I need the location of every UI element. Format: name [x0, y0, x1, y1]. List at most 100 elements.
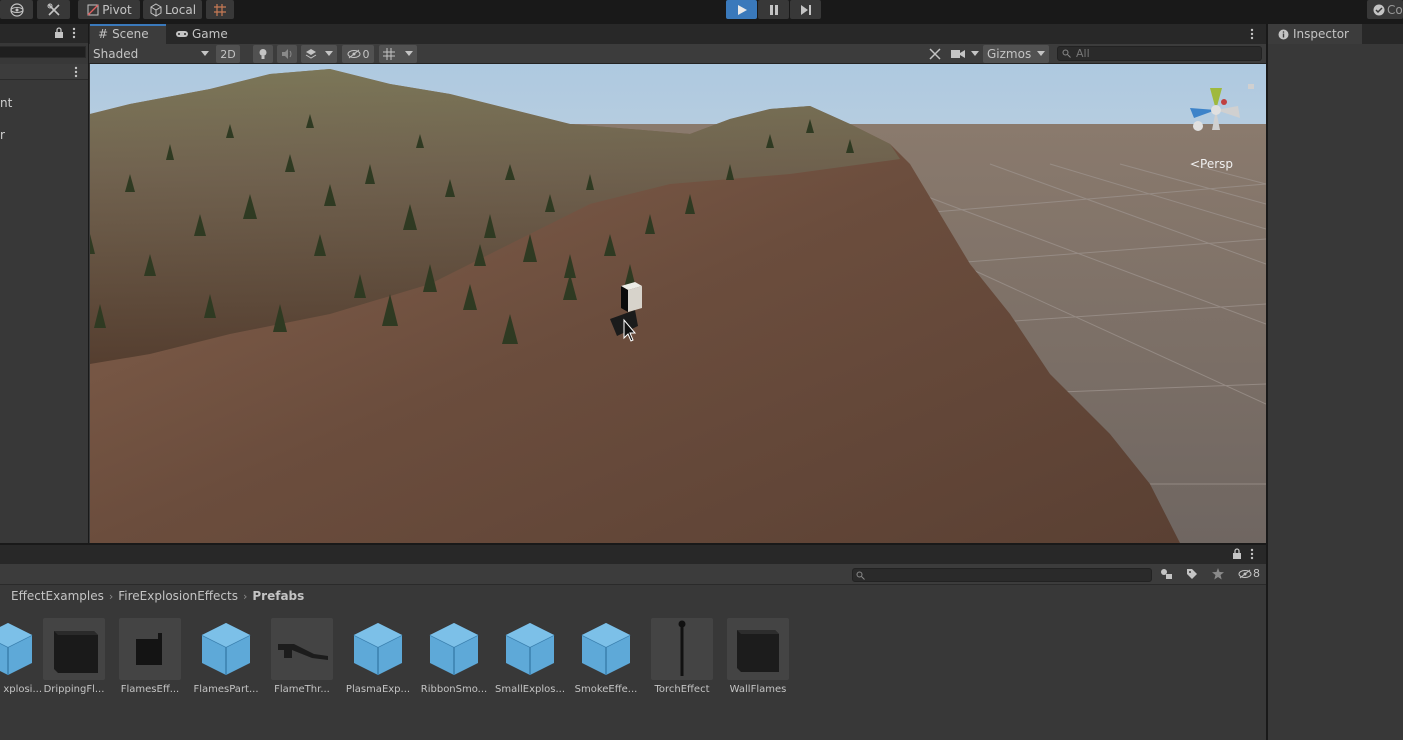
asset-item[interactable]: FlamesEff... [112, 618, 188, 695]
torch-icon [651, 618, 713, 680]
inspector-panel: Inspector [1267, 24, 1403, 740]
gizmo-lock-icon[interactable] [1247, 78, 1255, 89]
asset-item[interactable]: DrippingFl... [36, 618, 112, 695]
asset-item[interactable]: WallFlames [720, 618, 796, 695]
step-icon [800, 4, 811, 15]
kebab-menu-icon[interactable] [1250, 548, 1254, 560]
search-icon [856, 571, 865, 580]
asset-item[interactable]: FlameThr... [264, 618, 340, 695]
mode-2d-toggle[interactable]: 2D [216, 45, 240, 63]
breadcrumb-item[interactable]: EffectExamples [11, 589, 104, 603]
favorites-star-icon[interactable] [1212, 568, 1224, 580]
asset-label: DrippingFl... [43, 684, 105, 695]
effects-dropdown[interactable] [301, 45, 337, 63]
breadcrumb-item[interactable]: FireExplosionEffects [118, 589, 238, 603]
asset-item[interactable]: FlamesPart... [188, 618, 264, 695]
collab-button[interactable]: Co [1367, 0, 1403, 19]
tab-inspector[interactable]: Inspector [1268, 24, 1362, 44]
tab-scene[interactable]: # Scene [90, 24, 166, 44]
custom-tools-button[interactable] [37, 0, 70, 19]
hidden-packages-toggle[interactable]: 8 [1238, 567, 1260, 580]
shading-mode-dropdown[interactable]: Shaded [93, 45, 209, 63]
pivot-toggle-button[interactable]: Pivot [78, 0, 140, 19]
lighting-toggle[interactable] [253, 45, 273, 63]
search-icon [1062, 49, 1071, 58]
asset-label: SmallExplos... [495, 684, 565, 695]
play-icon [737, 4, 747, 15]
tools-icon [929, 48, 941, 60]
black-cube-icon [727, 618, 789, 680]
camera-dropdown[interactable] [951, 45, 979, 63]
mode-2d-label: 2D [220, 47, 236, 61]
breadcrumb: EffectExamples › FireExplosionEffects › … [0, 586, 1266, 606]
audio-toggle[interactable] [277, 45, 297, 63]
asset-label: RibbonSmo... [420, 684, 488, 695]
grid-snap-button[interactable] [206, 0, 234, 19]
tab-game[interactable]: Game [167, 24, 237, 44]
play-button[interactable] [726, 0, 757, 19]
chevron-down-icon [405, 51, 413, 56]
pivot-icon [87, 4, 99, 15]
scene-toolbar: Shaded 2D 0 Gizmos All [89, 44, 1266, 64]
pause-button[interactable] [758, 0, 789, 19]
hidden-objects-toggle[interactable]: 0 [342, 45, 374, 63]
orbit-tool-button[interactable] [0, 0, 33, 19]
asset-label: TorchEffect [654, 684, 710, 695]
camera-icon [951, 50, 965, 58]
chevron-down-icon [201, 51, 209, 56]
hierarchy-search-field[interactable] [0, 46, 86, 58]
scene-search-input[interactable]: All [1057, 46, 1262, 61]
scene-header-row[interactable] [0, 64, 88, 80]
lock-icon[interactable] [1232, 548, 1242, 560]
project-panel: 8 EffectExamples › FireExplosionEffects … [0, 544, 1266, 740]
tab-scene-label: Scene [112, 27, 149, 41]
pivot-label: Pivot [102, 2, 132, 17]
hierarchy-item[interactable]: nt [0, 96, 12, 110]
asset-item[interactable]: SmokeEffe... [568, 618, 644, 695]
black-cube-icon [43, 618, 105, 680]
hierarchy-item[interactable]: r [0, 128, 5, 142]
collab-label: Co [1387, 2, 1403, 17]
kebab-menu-icon[interactable] [72, 27, 76, 39]
local-label: Local [164, 2, 197, 17]
info-icon [1278, 29, 1289, 40]
hidden-packages-count: 8 [1253, 567, 1260, 580]
grid-snap-icon [214, 3, 226, 16]
asset-item[interactable]: PlasmaExp... [340, 618, 416, 695]
asset-label: SmokeEffe... [574, 684, 638, 695]
prefab-cube-icon [575, 618, 637, 680]
local-toggle-button[interactable]: Local [143, 0, 202, 19]
asset-label: FlamesEff... [120, 684, 180, 695]
projection-label[interactable]: <Persp [1190, 157, 1233, 171]
prefab-cube-icon [499, 618, 561, 680]
black-box-icon [119, 618, 181, 680]
inspector-tab-row: Inspector [1268, 24, 1403, 44]
project-search-input[interactable] [852, 568, 1152, 582]
scene-kebab-icon[interactable] [1250, 28, 1254, 40]
axis-gizmo-icon [1190, 88, 1240, 131]
scene-menu-icon[interactable] [74, 66, 78, 78]
breadcrumb-item-current[interactable]: Prefabs [252, 589, 304, 603]
flamethrower-icon [271, 618, 333, 680]
layers-effects-icon [305, 49, 317, 59]
filter-by-type-icon[interactable] [1160, 568, 1174, 580]
prefab-cube-icon [195, 618, 257, 680]
lock-icon[interactable] [54, 27, 64, 39]
filter-by-label-icon[interactable] [1186, 568, 1198, 580]
grid-icon [383, 48, 395, 60]
terrain-render [90, 64, 1266, 543]
chevron-down-icon [325, 51, 333, 56]
grid-dropdown[interactable] [379, 45, 417, 63]
local-cube-icon [150, 2, 162, 17]
scene-tools-button[interactable] [925, 45, 945, 63]
prefab-cube-icon [0, 618, 39, 680]
gizmos-dropdown[interactable]: Gizmos [983, 45, 1049, 63]
orientation-gizmo[interactable] [1182, 82, 1246, 142]
inspector-tab-label: Inspector [1293, 27, 1349, 41]
asset-item[interactable]: TorchEffect [644, 618, 720, 695]
scene-viewport[interactable]: <Persp [90, 64, 1266, 543]
asset-item[interactable]: RibbonSmo... [416, 618, 492, 695]
asset-item[interactable]: SmallExplos... [492, 618, 568, 695]
prefab-cube-icon [423, 618, 485, 680]
step-button[interactable] [790, 0, 821, 19]
